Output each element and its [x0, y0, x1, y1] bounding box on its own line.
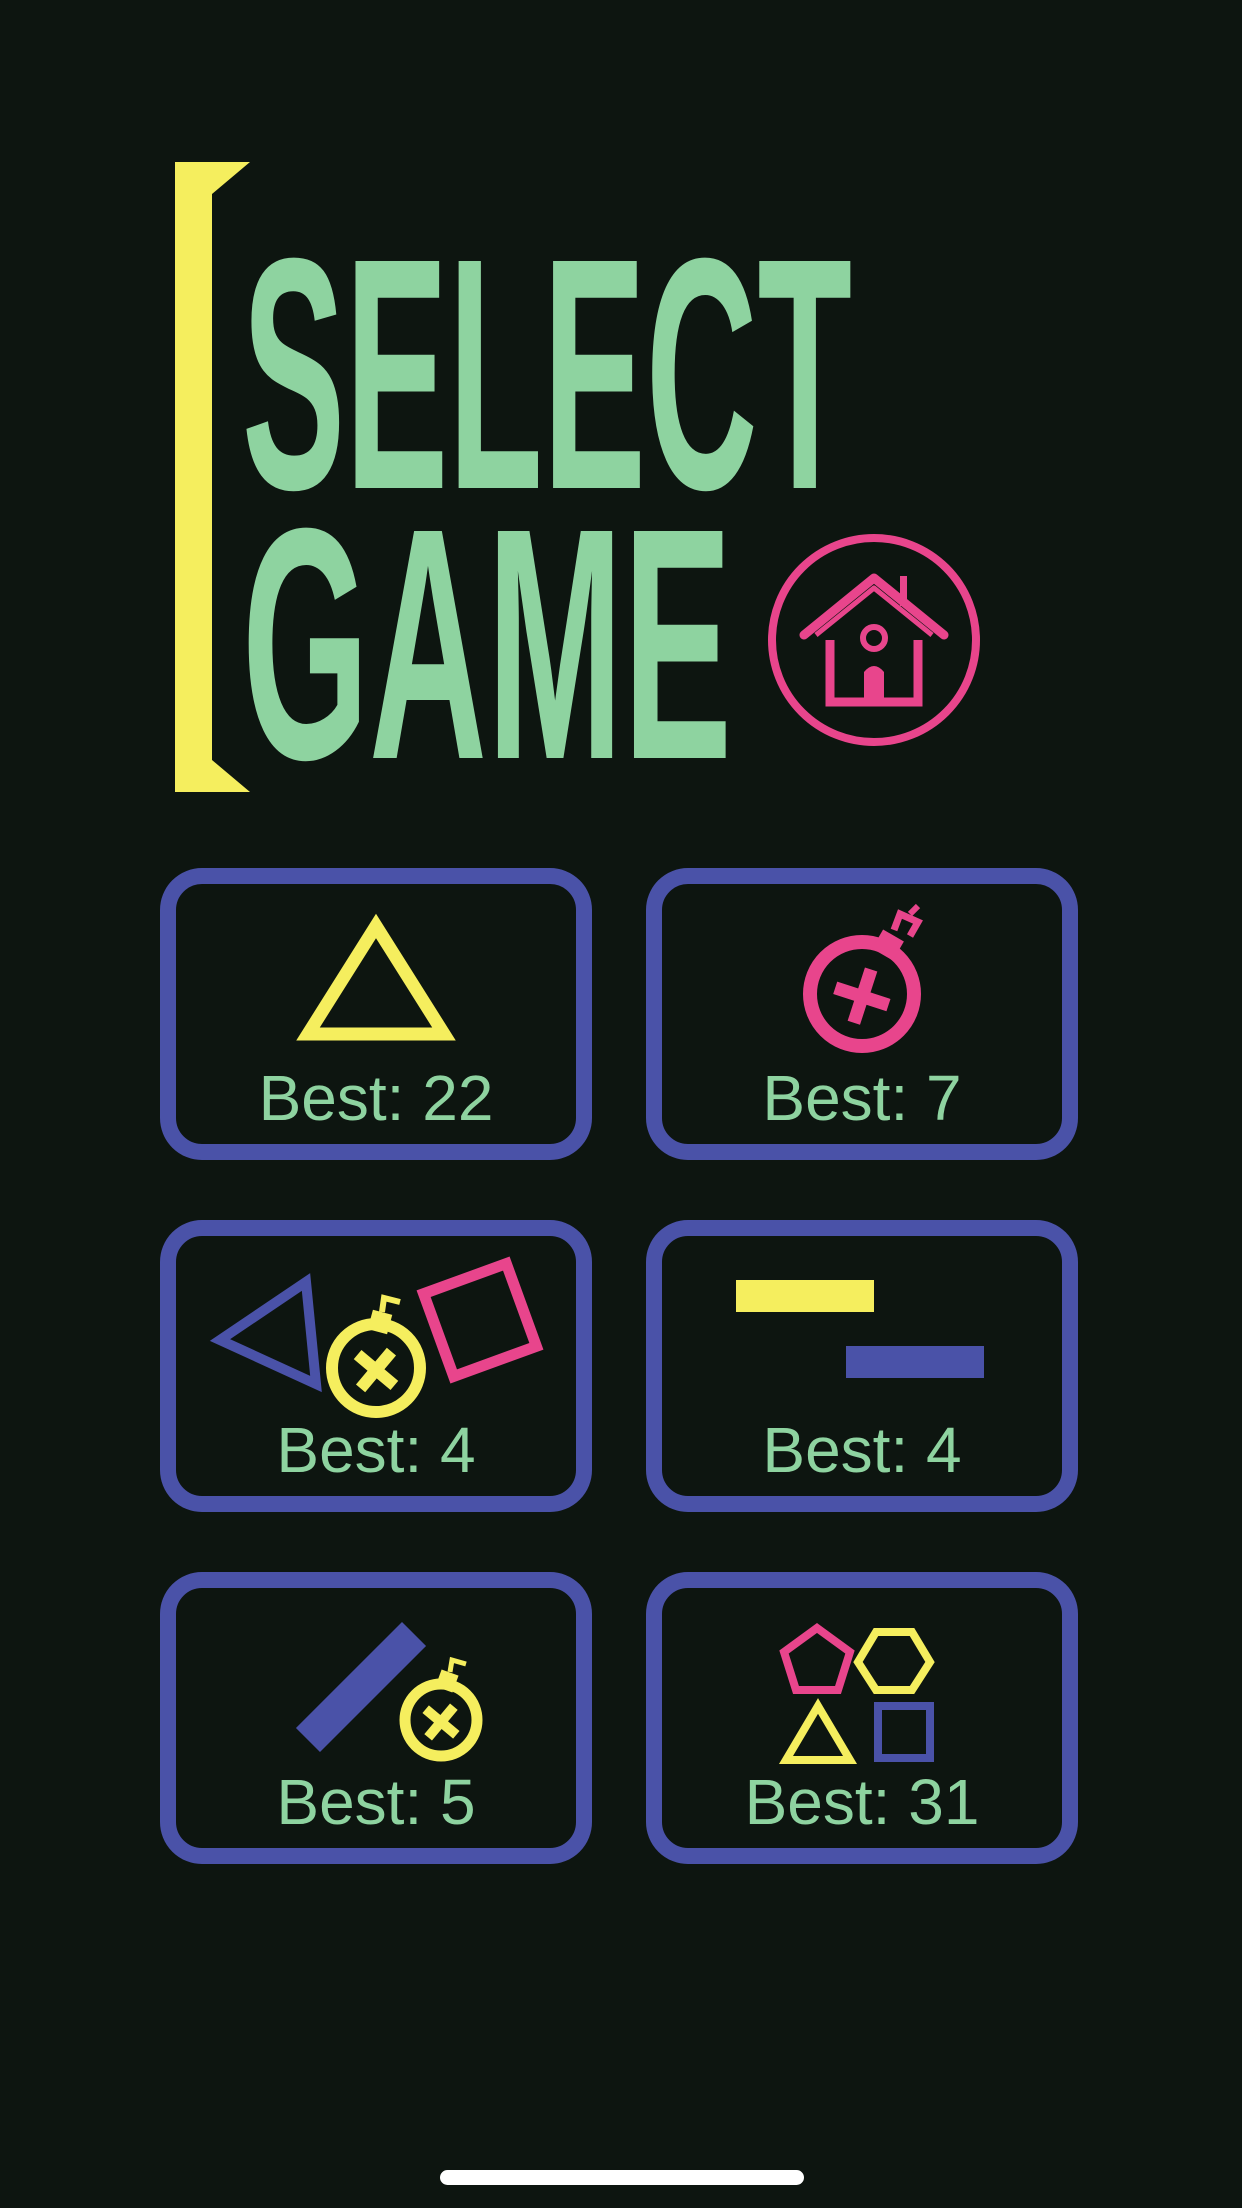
game-card-5[interactable]: Best: 5 — [160, 1572, 592, 1864]
title-bracket — [175, 162, 250, 792]
game-icon-area — [662, 1236, 1062, 1426]
game-grid: Best: 22 Best: 7 Best: 4 Best: 4 Best: 5… — [160, 868, 1080, 1868]
game-icon-area — [176, 1588, 576, 1778]
game-icon-area — [176, 1236, 576, 1426]
title-line-2: GAME — [242, 459, 732, 798]
four-shapes-icon — [778, 1623, 935, 1764]
game-card-6[interactable]: Best: 31 — [646, 1572, 1078, 1864]
best-score-label: Best: 22 — [258, 1062, 494, 1134]
game-card-4[interactable]: Best: 4 — [646, 1220, 1078, 1512]
best-score-label: Best: 5 — [276, 1766, 476, 1838]
home-indicator-bar[interactable] — [440, 2170, 804, 2185]
shapes-and-bomb-icon — [209, 1256, 544, 1418]
game-icon-area — [662, 884, 1062, 1074]
diagonal-bar-and-bomb-icon — [295, 1621, 483, 1762]
triangle-icon — [296, 913, 456, 1041]
game-icon-area — [176, 884, 576, 1074]
bomb-icon — [803, 903, 923, 1053]
game-card-1[interactable]: Best: 22 — [160, 868, 592, 1160]
game-card-3[interactable]: Best: 4 — [160, 1220, 592, 1512]
home-button[interactable] — [764, 530, 984, 750]
best-score-label: Best: 4 — [762, 1414, 962, 1486]
best-score-label: Best: 4 — [276, 1414, 476, 1486]
game-icon-area — [662, 1588, 1062, 1778]
best-score-label: Best: 7 — [762, 1062, 962, 1134]
game-card-2[interactable]: Best: 7 — [646, 868, 1078, 1160]
best-score-label: Best: 31 — [744, 1766, 980, 1838]
home-icon — [768, 534, 980, 746]
sliding-bars-icon — [736, 1280, 984, 1378]
